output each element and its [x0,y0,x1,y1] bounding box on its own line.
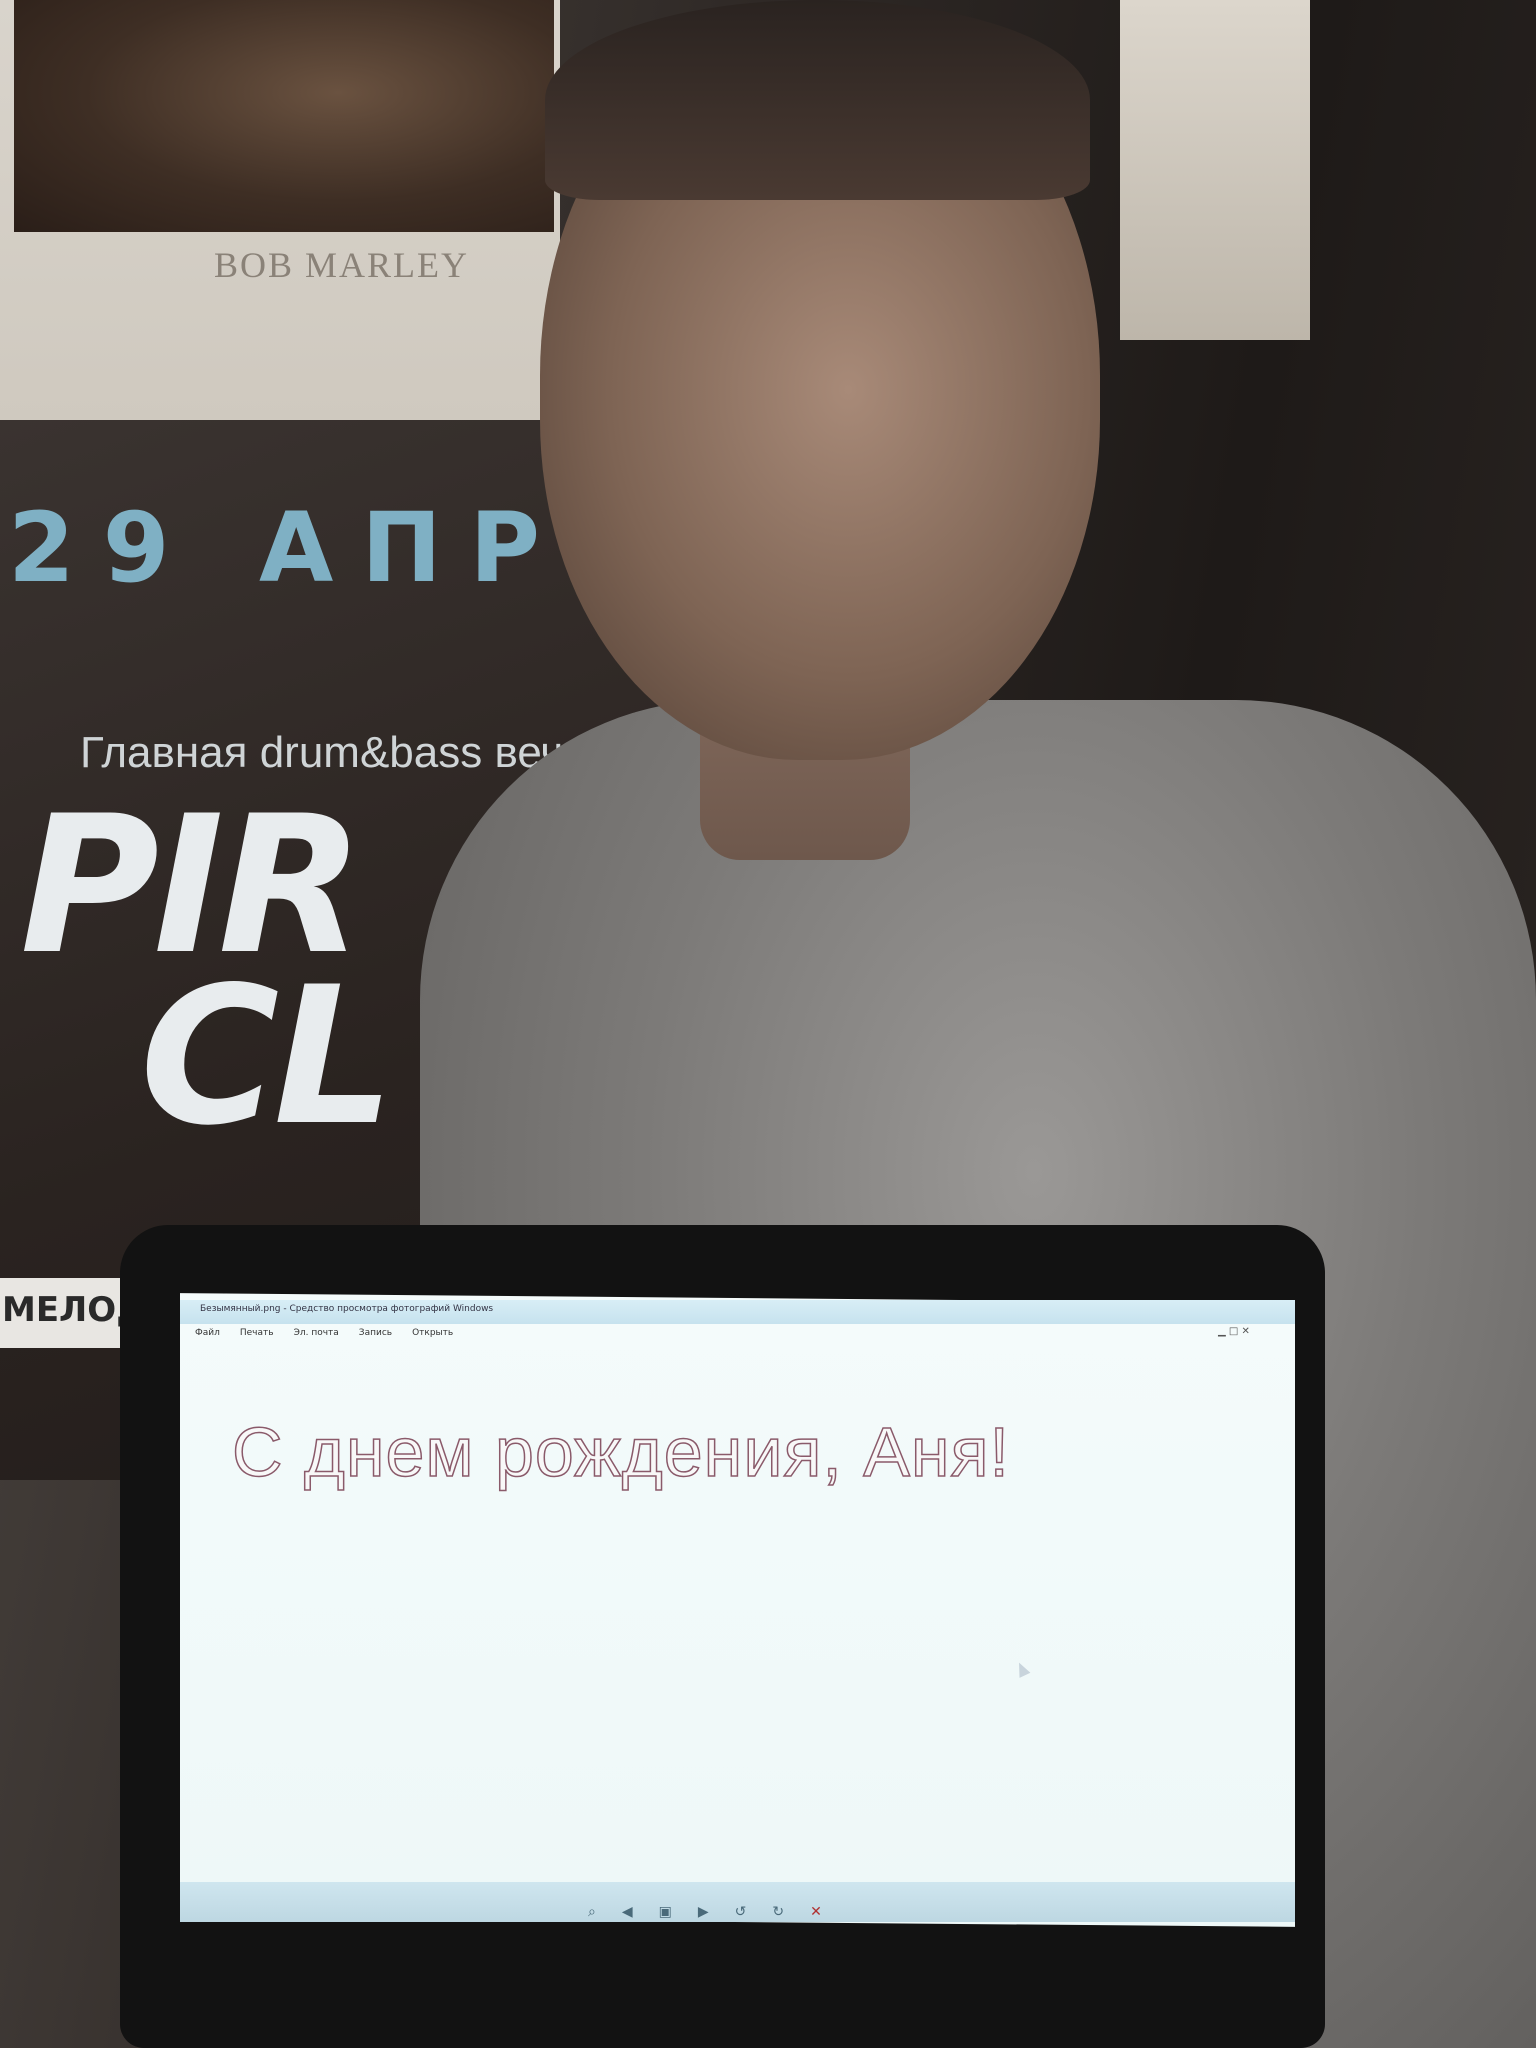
delete-icon[interactable]: ✕ [810,1904,822,1920]
event-logo: PIR CL [20,791,395,1167]
prev-icon[interactable]: ◀ [622,1904,633,1920]
rotate-right-icon[interactable]: ↻ [772,1904,784,1920]
slideshow-icon[interactable]: ▣ [659,1904,672,1920]
zoom-icon[interactable]: ⌕ [588,1904,596,1920]
minimize-icon[interactable]: ▁ [1218,1326,1226,1337]
window-controls[interactable]: ▁ □ ✕ [1218,1326,1250,1337]
menu-burn[interactable]: Запись [359,1328,392,1338]
maximize-icon[interactable]: □ [1229,1326,1238,1337]
birthday-greeting: С днем рождения, Аня! [231,1412,1010,1492]
menu-email[interactable]: Эл. почта [294,1328,339,1338]
poster-artist-name: BOB MARLEY [214,245,470,285]
right-poster [1120,0,1310,340]
bob-marley-poster [0,0,560,420]
laptop-screen [180,1293,1295,1927]
rotate-left-icon[interactable]: ↺ [735,1904,747,1920]
event-date: 29 АПР [8,492,569,604]
event-logo-line2: CL [140,946,395,1167]
close-icon[interactable]: ✕ [1242,1326,1250,1337]
viewer-toolbar-icons: ⌕ ◀ ▣ ▶ ↺ ↻ ✕ [588,1904,822,1920]
menu-print[interactable]: Печать [240,1328,274,1338]
photo-scene: BOB MARLEY 29 АПР Главная drum&bass вече… [0,0,1536,2048]
menu-open[interactable]: Открыть [412,1328,453,1338]
next-icon[interactable]: ▶ [698,1904,709,1920]
window-title: Безымянный.png - Средство просмотра фото… [200,1304,494,1314]
poster-artwork [14,0,554,232]
person-hair [545,0,1090,200]
menu-file[interactable]: Файл [195,1328,220,1338]
window-menubar: Файл Печать Эл. почта Запись Открыть [195,1328,453,1338]
